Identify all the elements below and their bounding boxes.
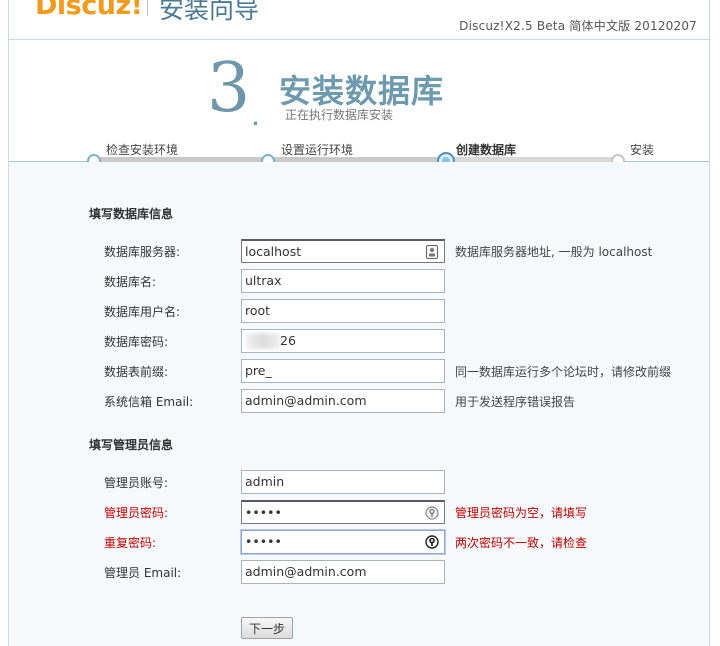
install-window: Discuz! 安装向导 Discuz!X2.5 Beta 简体中文版 2012… bbox=[8, 0, 710, 646]
table-prefix-input[interactable]: pre_ bbox=[241, 359, 445, 383]
repeat-password-value: ••••• bbox=[245, 534, 282, 549]
admin-username-label: 管理员账号: bbox=[104, 476, 169, 490]
discuz-logo: Discuz! bbox=[35, 0, 143, 21]
wizard-title: 安装向导 bbox=[159, 0, 260, 24]
system-email-row: 系统信箱 Email: admin@admin.com 用于发送程序错误报告 bbox=[9, 389, 709, 413]
id-card-icon[interactable] bbox=[425, 244, 439, 260]
step-label-setup-env: 设置运行环境 bbox=[281, 143, 354, 157]
step-subtitle: 正在执行数据库安装 bbox=[285, 108, 394, 122]
key-icon[interactable] bbox=[425, 505, 439, 521]
repeat-password-row: 重复密码: ••••• 两次密码不一致，请检查 bbox=[9, 530, 709, 554]
admin-password-label: 管理员密码: bbox=[104, 506, 169, 520]
version-text: Discuz!X2.5 Beta 简体中文版 20120207 bbox=[459, 19, 697, 33]
db-user-label: 数据库用户名: bbox=[104, 305, 181, 319]
admin-email-label: 管理员 Email: bbox=[104, 566, 182, 580]
table-prefix-value: pre_ bbox=[245, 363, 272, 378]
db-section-title: 填写数据库信息 bbox=[89, 207, 174, 221]
db-password-row: 数据库密码: 26 bbox=[9, 329, 709, 353]
admin-password-row: 管理员密码: ••••• 管理员密码为空，请填写 bbox=[9, 500, 709, 524]
admin-email-input[interactable]: admin@admin.com bbox=[241, 560, 445, 584]
key-icon[interactable] bbox=[425, 534, 439, 550]
db-host-row: 数据库服务器: localhost 数据库服务器地址, 一般为 localhos… bbox=[9, 239, 709, 263]
step-number: 3 bbox=[207, 49, 251, 128]
table-prefix-row: 数据表前缀: pre_ 同一数据库运行多个论坛时，请修改前缀 bbox=[9, 359, 709, 383]
system-email-label: 系统信箱 Email: bbox=[104, 395, 194, 409]
admin-email-value: admin@admin.com bbox=[245, 564, 367, 579]
admin-username-input[interactable]: admin bbox=[241, 470, 445, 494]
db-host-value: localhost bbox=[245, 244, 302, 259]
install-form: 填写数据库信息 数据库服务器: localhost 数据库服务器地址, 一般为 … bbox=[9, 162, 709, 646]
repeat-password-label: 重复密码: bbox=[104, 536, 157, 550]
blurred-region bbox=[246, 333, 280, 349]
db-password-input[interactable]: 26 bbox=[241, 329, 445, 353]
db-host-label: 数据库服务器: bbox=[104, 245, 181, 259]
repeat-password-error: 两次密码不一致，请检查 bbox=[455, 536, 588, 550]
admin-password-error: 管理员密码为空，请填写 bbox=[455, 506, 588, 520]
db-password-value: 26 bbox=[280, 333, 296, 348]
db-name-row: 数据库名: ultrax bbox=[9, 269, 709, 293]
step-header: 3 . 安装数据库 正在执行数据库安装 检查安装环境 设置运行环境 创建数据库 … bbox=[9, 41, 709, 170]
system-email-value: admin@admin.com bbox=[245, 393, 367, 408]
db-user-row: 数据库用户名: root bbox=[9, 299, 709, 323]
admin-username-row: 管理员账号: admin bbox=[9, 470, 709, 494]
db-host-input[interactable]: localhost bbox=[241, 239, 445, 263]
db-user-input[interactable]: root bbox=[241, 299, 445, 323]
admin-email-row: 管理员 Email: admin@admin.com bbox=[9, 560, 709, 584]
admin-username-value: admin bbox=[245, 474, 285, 489]
next-step-button[interactable]: 下一步 bbox=[241, 617, 293, 639]
step-label-install: 安装 bbox=[630, 143, 655, 157]
table-prefix-label: 数据表前缀: bbox=[104, 365, 169, 379]
db-name-input[interactable]: ultrax bbox=[241, 269, 445, 293]
logo-separator bbox=[147, 0, 148, 16]
step-number-dot: . bbox=[252, 109, 259, 130]
system-email-hint: 用于发送程序错误报告 bbox=[455, 395, 576, 409]
system-email-input[interactable]: admin@admin.com bbox=[241, 389, 445, 413]
db-user-value: root bbox=[245, 303, 271, 318]
step-label-create-db: 创建数据库 bbox=[456, 143, 517, 157]
admin-password-input[interactable]: ••••• bbox=[241, 500, 445, 524]
step-label-check-env: 检查安装环境 bbox=[106, 143, 179, 157]
admin-section-title: 填写管理员信息 bbox=[89, 438, 174, 452]
admin-password-value: ••••• bbox=[245, 505, 282, 520]
db-name-value: ultrax bbox=[245, 273, 282, 288]
db-password-label: 数据库密码: bbox=[104, 335, 169, 349]
table-prefix-hint: 同一数据库运行多个论坛时，请修改前缀 bbox=[455, 365, 672, 379]
header: Discuz! 安装向导 Discuz!X2.5 Beta 简体中文版 2012… bbox=[9, 0, 709, 40]
db-host-hint: 数据库服务器地址, 一般为 localhost bbox=[455, 245, 653, 259]
repeat-password-input[interactable]: ••••• bbox=[241, 530, 445, 554]
db-name-label: 数据库名: bbox=[104, 275, 157, 289]
